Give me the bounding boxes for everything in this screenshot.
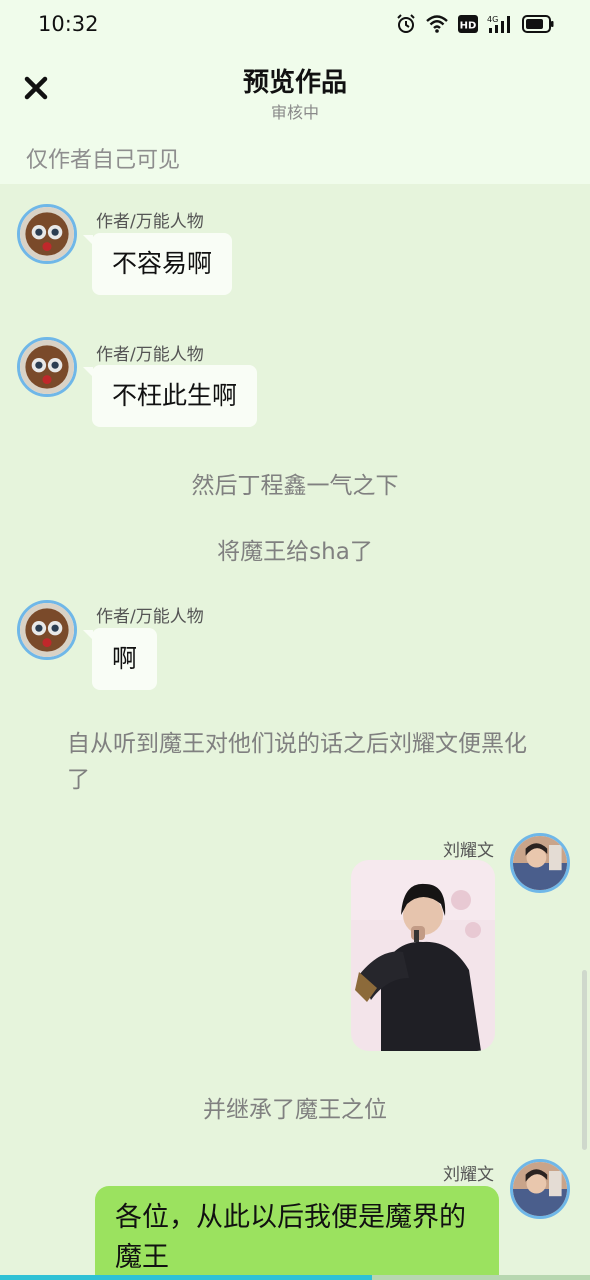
review-status: 审核中	[270, 103, 319, 122]
header: 预览作品 审核中	[0, 52, 590, 134]
page-title: 预览作品	[242, 68, 347, 98]
scrollbar[interactable]	[582, 970, 587, 1150]
chat-bubble[interactable]: 不枉此生啊	[82, 365, 258, 427]
sender-name: 作者/万能人物	[96, 212, 204, 232]
photo-performer	[351, 860, 495, 1051]
author-avatar[interactable]	[17, 337, 77, 397]
sender-name: 刘耀文	[443, 1165, 494, 1185]
reading-progress-fill	[0, 1275, 372, 1280]
wifi-icon	[426, 15, 448, 33]
svg-text:HD: HD	[460, 21, 477, 32]
reading-progress-bar	[0, 1275, 590, 1280]
alarm-icon	[397, 14, 415, 33]
character-avatar[interactable]	[510, 833, 570, 893]
visibility-note: 仅作者自己可见	[26, 148, 181, 173]
sender-name: 刘耀文	[443, 841, 494, 861]
chat-image[interactable]	[351, 860, 495, 1051]
narration-text: 自从听到魔王对他们说的话之后刘耀文便黑化了	[67, 731, 527, 793]
character-avatar[interactable]	[510, 1159, 570, 1219]
status-time: 10:32	[38, 12, 99, 36]
status-icons: HD 4G	[396, 14, 554, 34]
sender-name: 作者/万能人物	[96, 345, 204, 365]
character-avatar-image	[513, 1162, 567, 1216]
chat-bubble[interactable]: 不容易啊	[82, 233, 233, 295]
hd-icon: HD	[458, 15, 478, 33]
author-avatar-image	[20, 603, 74, 657]
sender-name: 作者/万能人物	[96, 607, 204, 627]
narration-text: 并继承了魔王之位	[203, 1097, 387, 1123]
character-avatar-image	[513, 836, 567, 890]
author-avatar[interactable]	[17, 204, 77, 264]
narration-text: 将魔王给sha了	[217, 539, 373, 565]
chat-bubble-own[interactable]: 各位，从此以后我便是魔界的魔王	[95, 1186, 499, 1280]
svg-text:4G: 4G	[487, 15, 498, 24]
author-avatar[interactable]	[17, 600, 77, 660]
status-bar: 10:32 HD 4G	[0, 0, 590, 52]
author-avatar-image	[20, 207, 74, 261]
chat-bubble[interactable]: 啊	[82, 628, 158, 690]
narration-text: 然后丁程鑫一气之下	[191, 473, 399, 499]
battery-icon	[522, 15, 554, 33]
author-avatar-image	[20, 340, 74, 394]
visibility-banner: 仅作者自己可见	[0, 134, 590, 184]
cellular-4g-icon: 4G	[487, 15, 510, 33]
